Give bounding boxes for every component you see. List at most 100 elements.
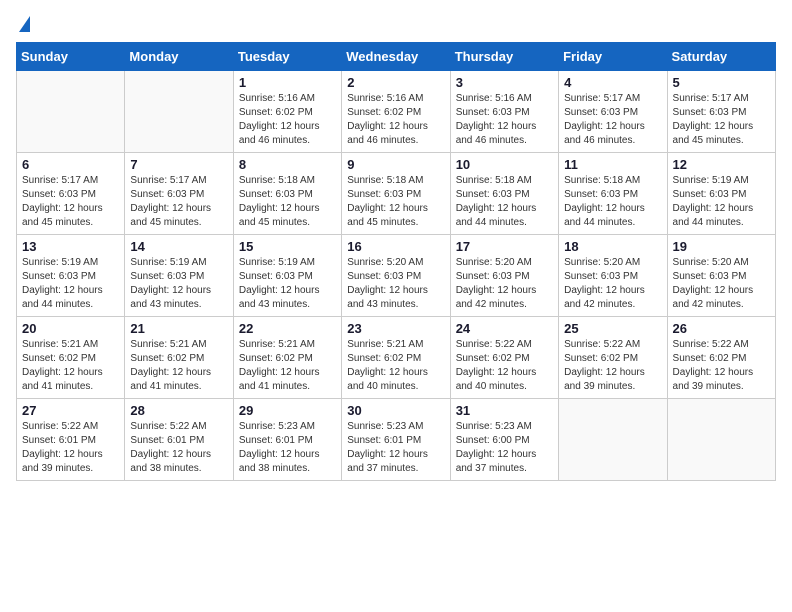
day-number: 31 — [456, 403, 553, 418]
day-info: Sunrise: 5:19 AM Sunset: 6:03 PM Dayligh… — [130, 256, 227, 312]
calendar-day-header: Wednesday — [342, 43, 450, 71]
logo-triangle-icon — [19, 16, 30, 32]
calendar-day-cell: 16 Sunrise: 5:20 AM Sunset: 6:03 PM Dayli… — [342, 235, 450, 317]
calendar-day-cell: 3 Sunrise: 5:16 AM Sunset: 6:03 PM Daylig… — [450, 71, 558, 153]
day-number: 8 — [239, 157, 336, 172]
calendar-day-header: Tuesday — [233, 43, 341, 71]
day-info: Sunrise: 5:17 AM Sunset: 6:03 PM Dayligh… — [130, 174, 227, 230]
day-number: 16 — [347, 239, 444, 254]
day-number: 20 — [22, 321, 119, 336]
day-info: Sunrise: 5:16 AM Sunset: 6:03 PM Dayligh… — [456, 92, 553, 148]
day-info: Sunrise: 5:18 AM Sunset: 6:03 PM Dayligh… — [239, 174, 336, 230]
day-number: 26 — [673, 321, 770, 336]
calendar-day-cell: 24Sunrise: 5:22 AM Sunset: 6:02 PM Dayli… — [450, 317, 558, 399]
calendar-day-cell — [125, 71, 233, 153]
day-number: 14 — [130, 239, 227, 254]
calendar-day-cell: 31Sunrise: 5:23 AM Sunset: 6:00 PM Dayli… — [450, 399, 558, 481]
calendar-day-header: Sunday — [17, 43, 125, 71]
day-number: 19 — [673, 239, 770, 254]
day-info: Sunrise: 5:18 AM Sunset: 6:03 PM Dayligh… — [347, 174, 444, 230]
day-info: Sunrise: 5:23 AM Sunset: 6:01 PM Dayligh… — [239, 420, 336, 476]
calendar-day-header: Saturday — [667, 43, 775, 71]
day-number: 18 — [564, 239, 661, 254]
day-info: Sunrise: 5:22 AM Sunset: 6:01 PM Dayligh… — [22, 420, 119, 476]
day-info: Sunrise: 5:20 AM Sunset: 6:03 PM Dayligh… — [456, 256, 553, 312]
day-info: Sunrise: 5:21 AM Sunset: 6:02 PM Dayligh… — [239, 338, 336, 394]
calendar-header-row: SundayMondayTuesdayWednesdayThursdayFrid… — [17, 43, 776, 71]
day-number: 24 — [456, 321, 553, 336]
day-number: 2 — [347, 75, 444, 90]
day-info: Sunrise: 5:19 AM Sunset: 6:03 PM Dayligh… — [673, 174, 770, 230]
calendar-day-cell: 6 Sunrise: 5:17 AM Sunset: 6:03 PM Daylig… — [17, 153, 125, 235]
day-info: Sunrise: 5:21 AM Sunset: 6:02 PM Dayligh… — [347, 338, 444, 394]
day-info: Sunrise: 5:19 AM Sunset: 6:03 PM Dayligh… — [22, 256, 119, 312]
calendar-day-cell: 21Sunrise: 5:21 AM Sunset: 6:02 PM Dayli… — [125, 317, 233, 399]
day-info: Sunrise: 5:20 AM Sunset: 6:03 PM Dayligh… — [564, 256, 661, 312]
calendar-day-cell: 2 Sunrise: 5:16 AM Sunset: 6:02 PM Daylig… — [342, 71, 450, 153]
day-number: 30 — [347, 403, 444, 418]
day-number: 12 — [673, 157, 770, 172]
day-info: Sunrise: 5:22 AM Sunset: 6:02 PM Dayligh… — [673, 338, 770, 394]
day-info: Sunrise: 5:22 AM Sunset: 6:02 PM Dayligh… — [564, 338, 661, 394]
calendar-day-cell: 27 Sunrise: 5:22 AM Sunset: 6:01 PM Dayli… — [17, 399, 125, 481]
day-info: Sunrise: 5:22 AM Sunset: 6:01 PM Dayligh… — [130, 420, 227, 476]
day-number: 22 — [239, 321, 336, 336]
day-number: 10 — [456, 157, 553, 172]
calendar-week-row: 1 Sunrise: 5:16 AM Sunset: 6:02 PM Daylig… — [17, 71, 776, 153]
calendar-day-cell: 28 Sunrise: 5:22 AM Sunset: 6:01 PM Dayli… — [125, 399, 233, 481]
day-info: Sunrise: 5:20 AM Sunset: 6:03 PM Dayligh… — [347, 256, 444, 312]
calendar-day-cell — [17, 71, 125, 153]
calendar-day-header: Monday — [125, 43, 233, 71]
calendar-week-row: 13 Sunrise: 5:19 AM Sunset: 6:03 PM Dayli… — [17, 235, 776, 317]
day-number: 9 — [347, 157, 444, 172]
day-number: 6 — [22, 157, 119, 172]
calendar-day-cell: 8 Sunrise: 5:18 AM Sunset: 6:03 PM Daylig… — [233, 153, 341, 235]
calendar-day-cell: 18 Sunrise: 5:20 AM Sunset: 6:03 PM Dayli… — [559, 235, 667, 317]
day-number: 5 — [673, 75, 770, 90]
calendar-day-cell: 23 Sunrise: 5:21 AM Sunset: 6:02 PM Dayli… — [342, 317, 450, 399]
day-number: 7 — [130, 157, 227, 172]
day-info: Sunrise: 5:18 AM Sunset: 6:03 PM Dayligh… — [456, 174, 553, 230]
calendar-week-row: 27 Sunrise: 5:22 AM Sunset: 6:01 PM Dayli… — [17, 399, 776, 481]
day-info: Sunrise: 5:20 AM Sunset: 6:03 PM Dayligh… — [673, 256, 770, 312]
day-info: Sunrise: 5:16 AM Sunset: 6:02 PM Dayligh… — [347, 92, 444, 148]
page-header — [16, 16, 776, 30]
calendar-day-cell: 10 Sunrise: 5:18 AM Sunset: 6:03 PM Dayli… — [450, 153, 558, 235]
day-number: 17 — [456, 239, 553, 254]
day-number: 1 — [239, 75, 336, 90]
calendar-day-cell: 29 Sunrise: 5:23 AM Sunset: 6:01 PM Dayli… — [233, 399, 341, 481]
day-number: 25 — [564, 321, 661, 336]
calendar-day-cell: 25 Sunrise: 5:22 AM Sunset: 6:02 PM Dayli… — [559, 317, 667, 399]
calendar-day-cell: 20 Sunrise: 5:21 AM Sunset: 6:02 PM Dayli… — [17, 317, 125, 399]
day-number: 3 — [456, 75, 553, 90]
day-number: 4 — [564, 75, 661, 90]
logo — [16, 16, 30, 30]
day-info: Sunrise: 5:19 AM Sunset: 6:03 PM Dayligh… — [239, 256, 336, 312]
calendar-day-cell: 19 Sunrise: 5:20 AM Sunset: 6:03 PM Dayli… — [667, 235, 775, 317]
calendar-day-cell: 22 Sunrise: 5:21 AM Sunset: 6:02 PM Dayli… — [233, 317, 341, 399]
calendar-week-row: 6 Sunrise: 5:17 AM Sunset: 6:03 PM Daylig… — [17, 153, 776, 235]
day-number: 23 — [347, 321, 444, 336]
calendar-day-header: Friday — [559, 43, 667, 71]
calendar-day-cell: 11 Sunrise: 5:18 AM Sunset: 6:03 PM Dayli… — [559, 153, 667, 235]
calendar-day-header: Thursday — [450, 43, 558, 71]
calendar-day-cell: 14 Sunrise: 5:19 AM Sunset: 6:03 PM Dayli… — [125, 235, 233, 317]
calendar-day-cell: 17 Sunrise: 5:20 AM Sunset: 6:03 PM Dayli… — [450, 235, 558, 317]
day-number: 29 — [239, 403, 336, 418]
day-info: Sunrise: 5:23 AM Sunset: 6:01 PM Dayligh… — [347, 420, 444, 476]
calendar-day-cell: 26 Sunrise: 5:22 AM Sunset: 6:02 PM Dayli… — [667, 317, 775, 399]
day-number: 27 — [22, 403, 119, 418]
day-info: Sunrise: 5:18 AM Sunset: 6:03 PM Dayligh… — [564, 174, 661, 230]
day-info: Sunrise: 5:21 AM Sunset: 6:02 PM Dayligh… — [22, 338, 119, 394]
day-info: Sunrise: 5:21 AM Sunset: 6:02 PM Dayligh… — [130, 338, 227, 394]
calendar-day-cell: 15Sunrise: 5:19 AM Sunset: 6:03 PM Dayli… — [233, 235, 341, 317]
day-info: Sunrise: 5:17 AM Sunset: 6:03 PM Dayligh… — [564, 92, 661, 148]
day-number: 11 — [564, 157, 661, 172]
calendar-table: SundayMondayTuesdayWednesdayThursdayFrid… — [16, 42, 776, 481]
calendar-day-cell: 12 Sunrise: 5:19 AM Sunset: 6:03 PM Dayli… — [667, 153, 775, 235]
day-number: 28 — [130, 403, 227, 418]
day-info: Sunrise: 5:17 AM Sunset: 6:03 PM Dayligh… — [22, 174, 119, 230]
calendar-day-cell — [667, 399, 775, 481]
day-number: 13 — [22, 239, 119, 254]
calendar-day-cell: 4 Sunrise: 5:17 AM Sunset: 6:03 PM Daylig… — [559, 71, 667, 153]
